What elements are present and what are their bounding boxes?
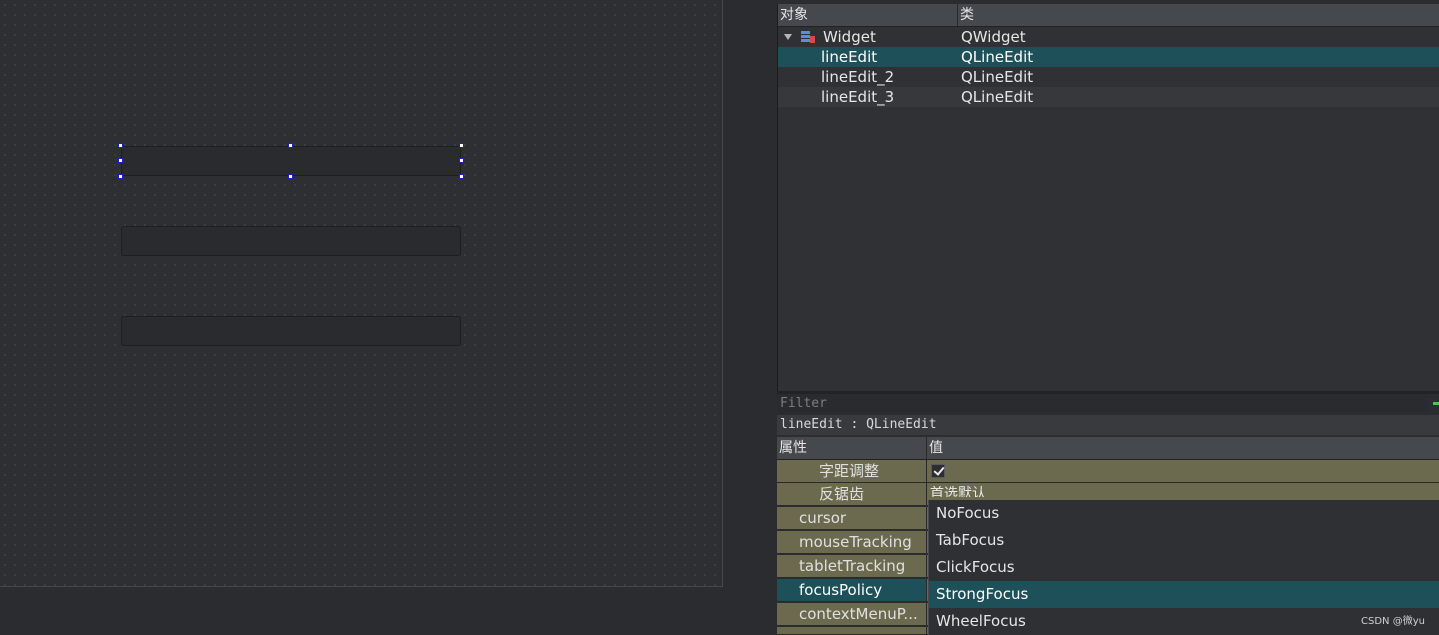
property-value: 首选默认: [930, 486, 986, 497]
property-name: contextMenuP...: [777, 603, 927, 625]
column-header-value[interactable]: 值: [927, 437, 943, 459]
watermark: CSDN @微yu: [1361, 616, 1425, 627]
tree-item-class: QLineEdit: [961, 48, 1034, 66]
tree-item-class: QWidget: [961, 28, 1026, 46]
dropdown-option-strongfocus[interactable]: StrongFocus: [929, 581, 1439, 608]
tree-row-lineedit-3[interactable]: lineEdit_3 QLineEdit: [778, 87, 1439, 107]
resize-handle-top-left[interactable]: [118, 143, 123, 148]
column-header-object[interactable]: 对象: [778, 4, 958, 26]
expand-arrow-icon[interactable]: [784, 34, 792, 40]
tree-item-name: lineEdit_3: [821, 88, 895, 106]
tree-item-class: QLineEdit: [961, 88, 1034, 106]
property-name: mouseTracking: [777, 531, 927, 553]
dropdown-option-nofocus[interactable]: NoFocus: [929, 500, 1439, 527]
property-name: 反锯齿: [777, 483, 927, 505]
resize-handle-left[interactable]: [118, 158, 123, 163]
tree-row-lineedit-2[interactable]: lineEdit_2 QLineEdit: [778, 67, 1439, 87]
property-name: focusPolicy: [777, 579, 927, 601]
design-canvas[interactable]: [0, 0, 723, 587]
dropdown-option-clickfocus[interactable]: ClickFocus: [929, 554, 1439, 581]
dropdown-option-tabfocus[interactable]: TabFocus: [929, 527, 1439, 554]
object-inspector-header: 对象 类: [778, 4, 1439, 27]
column-header-property[interactable]: 属性: [777, 437, 927, 459]
object-inspector: 对象 类 Widget QWidget lineEdit QLineEdit l…: [777, 4, 1439, 391]
selected-object-label: lineEdit : QLineEdit: [777, 415, 1439, 435]
tree-item-name: lineEdit_2: [821, 68, 895, 86]
property-name: cursor: [777, 507, 927, 529]
tree-row-widget[interactable]: Widget QWidget: [778, 27, 1439, 47]
line-edit-2[interactable]: [121, 226, 461, 256]
line-edit-1[interactable]: [121, 146, 461, 176]
filter-indicator-icon: [1433, 402, 1439, 405]
column-header-class[interactable]: 类: [958, 4, 974, 26]
resize-handle-top-right[interactable]: [459, 143, 464, 148]
tree-row-lineedit[interactable]: lineEdit QLineEdit: [778, 47, 1439, 67]
resize-handle-bottom[interactable]: [288, 174, 293, 179]
line-edit-3[interactable]: [121, 316, 461, 346]
widget-form-icon: [801, 31, 815, 43]
property-row-kerning[interactable]: 字距调整: [777, 460, 1439, 483]
resize-handle-top[interactable]: [288, 143, 293, 148]
kerning-checkbox-icon[interactable]: [931, 464, 945, 478]
workspace-background: [0, 587, 777, 635]
resize-handle-right[interactable]: [459, 158, 464, 163]
tree-item-name: Widget: [823, 28, 876, 46]
property-filter-input[interactable]: [777, 394, 1428, 414]
property-name: 字距调整: [777, 460, 927, 482]
property-name: tabletTracking: [777, 555, 927, 577]
resize-handle-bottom-right[interactable]: [459, 174, 464, 179]
resize-handle-bottom-left[interactable]: [118, 174, 123, 179]
tree-item-class: QLineEdit: [961, 68, 1034, 86]
property-editor-header: 属性 值: [777, 437, 1439, 460]
tree-item-name: lineEdit: [821, 48, 878, 66]
